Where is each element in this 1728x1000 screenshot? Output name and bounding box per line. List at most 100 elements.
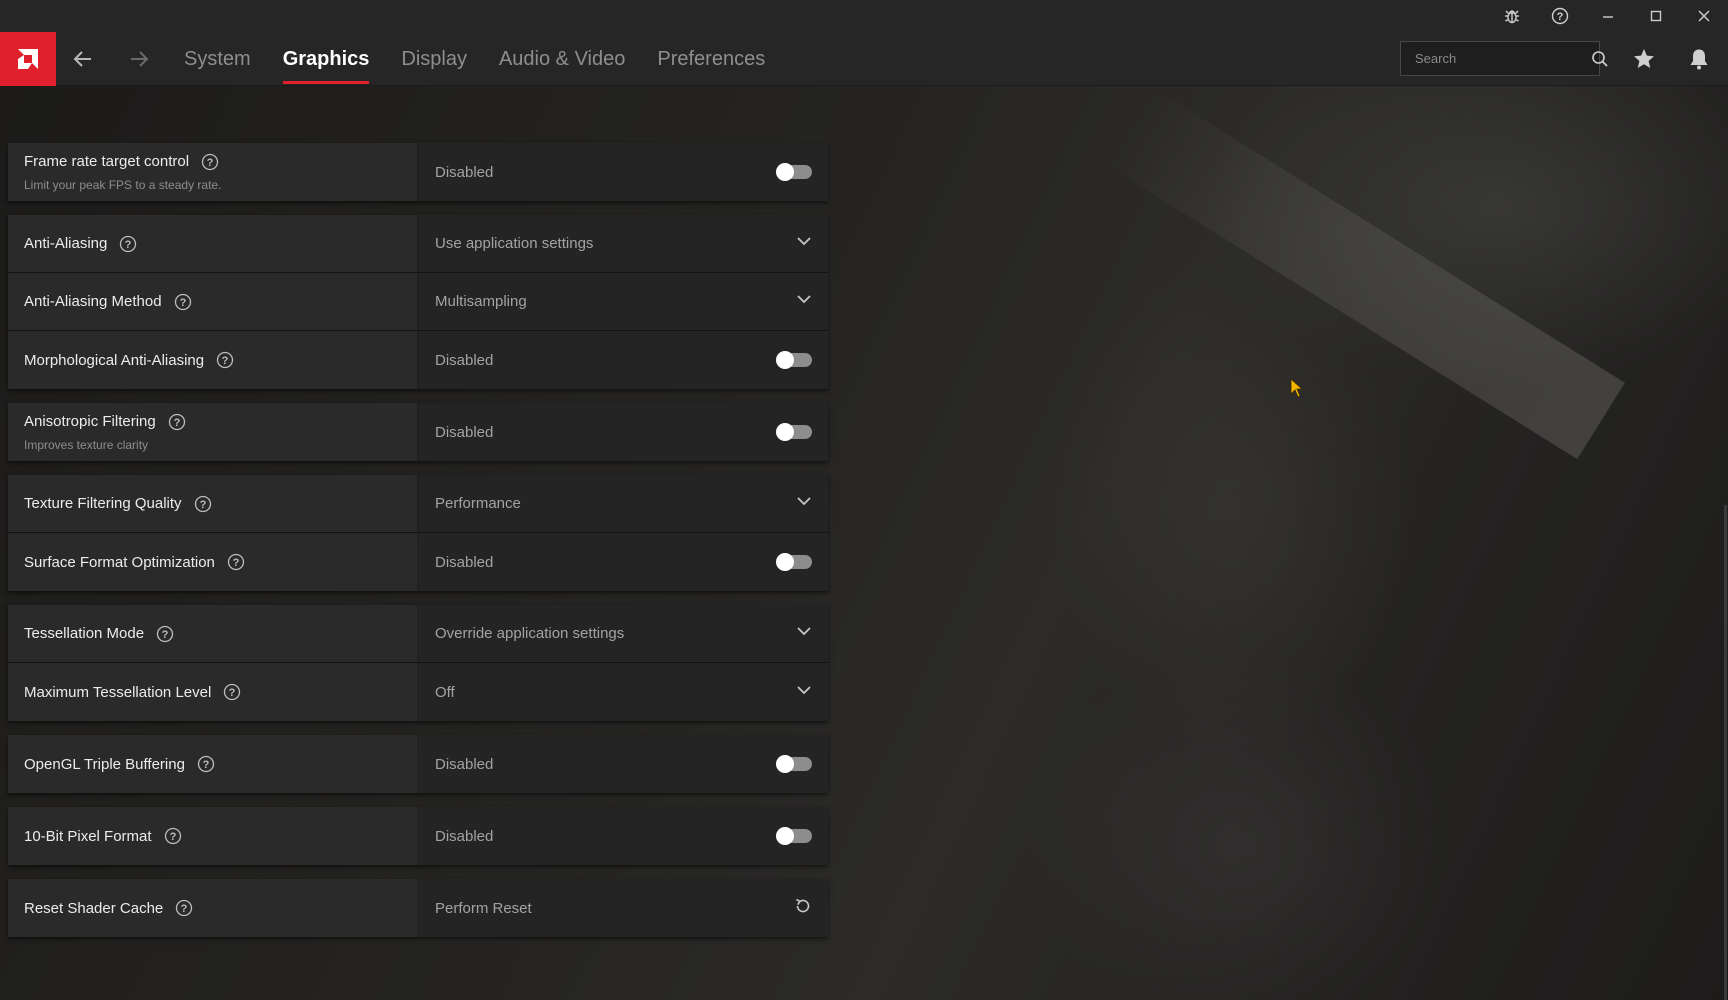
setting-row-anti-aliasing: Anti-Aliasing? Use application settings — [8, 215, 828, 273]
setting-label-cell: OpenGL Triple Buffering? — [8, 735, 417, 793]
toggle-switch[interactable] — [776, 423, 812, 441]
setting-label-cell: Maximum Tessellation Level? — [8, 663, 417, 721]
anti-aliasing-method-control[interactable]: Multisampling — [418, 273, 828, 330]
dropdown-selected-value: Override application settings — [434, 625, 625, 642]
setting-label: Tessellation Mode — [24, 625, 145, 642]
setting-row-surface-format-optimization: Surface Format Optimization? Disabled — [8, 533, 828, 591]
tessellation-mode-control[interactable]: Override application settings — [418, 605, 828, 662]
toggle-knob — [776, 351, 794, 369]
search-input[interactable] — [1401, 51, 1591, 66]
setting-label-cell: Anisotropic Filtering? Improves texture c… — [8, 403, 417, 461]
setting-label: 10-Bit Pixel Format — [24, 827, 152, 845]
toggle-switch[interactable] — [776, 755, 812, 773]
setting-description: Improves texture clarity — [24, 437, 149, 452]
help-icon[interactable]: ? — [216, 351, 234, 369]
dropdown-selected-value: Off — [434, 683, 455, 701]
chevron-down-icon[interactable] — [796, 682, 812, 703]
help-icon[interactable]: ? — [156, 625, 174, 643]
minimize-icon[interactable] — [1584, 0, 1632, 32]
scrollbar[interactable] — [1724, 505, 1727, 1000]
help-icon[interactable]: ? — [194, 495, 212, 513]
graphics-settings-list: Frame rate target control? Limit your pea… — [8, 143, 828, 951]
setting-label: OpenGL Triple Buffering — [24, 755, 185, 773]
setting-label: Anti-Aliasing — [24, 235, 108, 252]
svg-text:?: ? — [222, 355, 229, 367]
toggle-state-label: Disabled — [434, 423, 494, 441]
tab-preferences[interactable]: Preferences — [657, 32, 765, 86]
help-icon[interactable]: ? — [201, 153, 219, 171]
texture-filtering-quality-control[interactable]: Performance — [418, 475, 828, 532]
toggle-switch[interactable] — [776, 351, 812, 369]
svg-text:?: ? — [229, 687, 236, 699]
tab-system[interactable]: System — [184, 32, 251, 86]
close-icon[interactable] — [1680, 0, 1728, 32]
setting-label-cell: Frame rate target control? Limit your pea… — [8, 143, 417, 201]
setting-description: Limit your peak FPS to a steady rate. — [24, 177, 222, 192]
opengl-triple-buffering-control[interactable]: Disabled — [418, 735, 828, 793]
star-icon[interactable] — [1619, 32, 1669, 86]
setting-label-cell: 10-Bit Pixel Format? — [8, 807, 417, 865]
toggle-state-label: Disabled — [434, 351, 494, 369]
surface-format-optimization-control[interactable]: Disabled — [418, 533, 828, 591]
tab-audio-video[interactable]: Audio & Video — [499, 32, 625, 86]
settings-group: Reset Shader Cache? Perform Reset — [8, 879, 828, 937]
mouse-cursor-icon — [1290, 378, 1304, 403]
toggle-switch[interactable] — [776, 163, 812, 181]
bug-report-icon[interactable] — [1488, 0, 1536, 32]
search-icon[interactable] — [1591, 50, 1609, 68]
chevron-down-icon[interactable] — [796, 233, 812, 254]
arrow-right-icon[interactable] — [115, 32, 163, 86]
bell-icon[interactable] — [1674, 32, 1724, 86]
svg-text:?: ? — [125, 239, 132, 251]
setting-label: Anti-Aliasing Method — [24, 293, 162, 310]
setting-row-tessellation-mode: Tessellation Mode? Override application s… — [8, 605, 828, 663]
reset-icon[interactable] — [794, 897, 812, 920]
anisotropic-filtering-control[interactable]: Disabled — [418, 403, 828, 461]
setting-row-texture-filtering-quality: Texture Filtering Quality? Performance — [8, 475, 828, 533]
svg-text:?: ? — [181, 903, 188, 915]
setting-label-cell: Surface Format Optimization? — [8, 533, 417, 591]
toggle-knob — [776, 755, 794, 773]
chevron-down-icon[interactable] — [796, 493, 812, 514]
setting-row-anisotropic-filtering: Anisotropic Filtering? Improves texture c… — [8, 403, 828, 461]
anti-aliasing-control[interactable]: Use application settings — [418, 215, 828, 272]
help-icon[interactable]: ? — [223, 683, 241, 701]
search-box[interactable] — [1400, 41, 1608, 76]
help-icon[interactable]: ? — [1536, 0, 1584, 32]
frame-rate-target-control-control[interactable]: Disabled — [418, 143, 828, 201]
toggle-switch[interactable] — [776, 553, 812, 571]
help-icon[interactable]: ? — [175, 899, 193, 917]
chevron-down-icon[interactable] — [796, 291, 812, 312]
settings-group: OpenGL Triple Buffering? Disabled — [8, 735, 828, 793]
chevron-down-icon[interactable] — [796, 623, 812, 644]
10-bit-pixel-format-control[interactable]: Disabled — [418, 807, 828, 865]
settings-group: 10-Bit Pixel Format? Disabled — [8, 807, 828, 865]
setting-label-cell: Morphological Anti-Aliasing? — [8, 331, 417, 389]
help-icon[interactable]: ? — [227, 553, 245, 571]
help-icon[interactable]: ? — [168, 413, 186, 431]
settings-group: Texture Filtering Quality? Performance Sur… — [8, 475, 828, 591]
help-icon[interactable]: ? — [174, 293, 192, 311]
amd-logo-icon[interactable] — [0, 32, 56, 86]
setting-row-reset-shader-cache: Reset Shader Cache? Perform Reset — [8, 879, 828, 937]
setting-label: Maximum Tessellation Level — [24, 683, 212, 701]
arrow-left-icon[interactable] — [59, 32, 107, 86]
toggle-state-label: Disabled — [434, 755, 494, 773]
setting-label: Frame rate target control — [24, 153, 190, 170]
toggle-switch[interactable] — [776, 827, 812, 845]
title-bar: ? — [0, 0, 1728, 32]
reset-shader-cache-control[interactable]: Perform Reset — [418, 879, 828, 937]
setting-label-cell: Anti-Aliasing Method? — [8, 273, 417, 330]
tab-display[interactable]: Display — [401, 32, 467, 86]
setting-row-frame-rate-target-control: Frame rate target control? Limit your pea… — [8, 143, 828, 201]
help-icon[interactable]: ? — [119, 235, 137, 253]
maximize-icon[interactable] — [1632, 0, 1680, 32]
help-icon[interactable]: ? — [197, 755, 215, 773]
dropdown-selected-value: Performance — [434, 495, 521, 512]
settings-group: Anisotropic Filtering? Improves texture c… — [8, 403, 828, 461]
setting-label-cell: Reset Shader Cache? — [8, 879, 417, 937]
morphological-anti-aliasing-control[interactable]: Disabled — [418, 331, 828, 389]
maximum-tessellation-level-control[interactable]: Off — [418, 663, 828, 721]
help-icon[interactable]: ? — [164, 827, 182, 845]
tab-graphics[interactable]: Graphics — [282, 32, 369, 86]
